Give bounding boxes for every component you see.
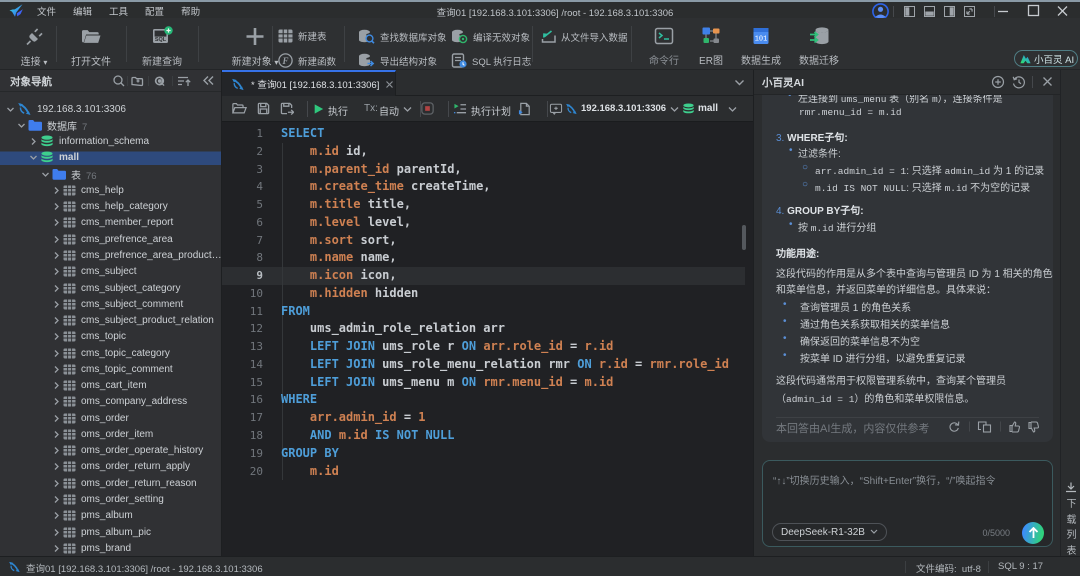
svg-text:F: F [281,56,288,66]
svg-text:101: 101 [755,36,768,44]
svg-text:SQL: SQL [155,37,167,43]
